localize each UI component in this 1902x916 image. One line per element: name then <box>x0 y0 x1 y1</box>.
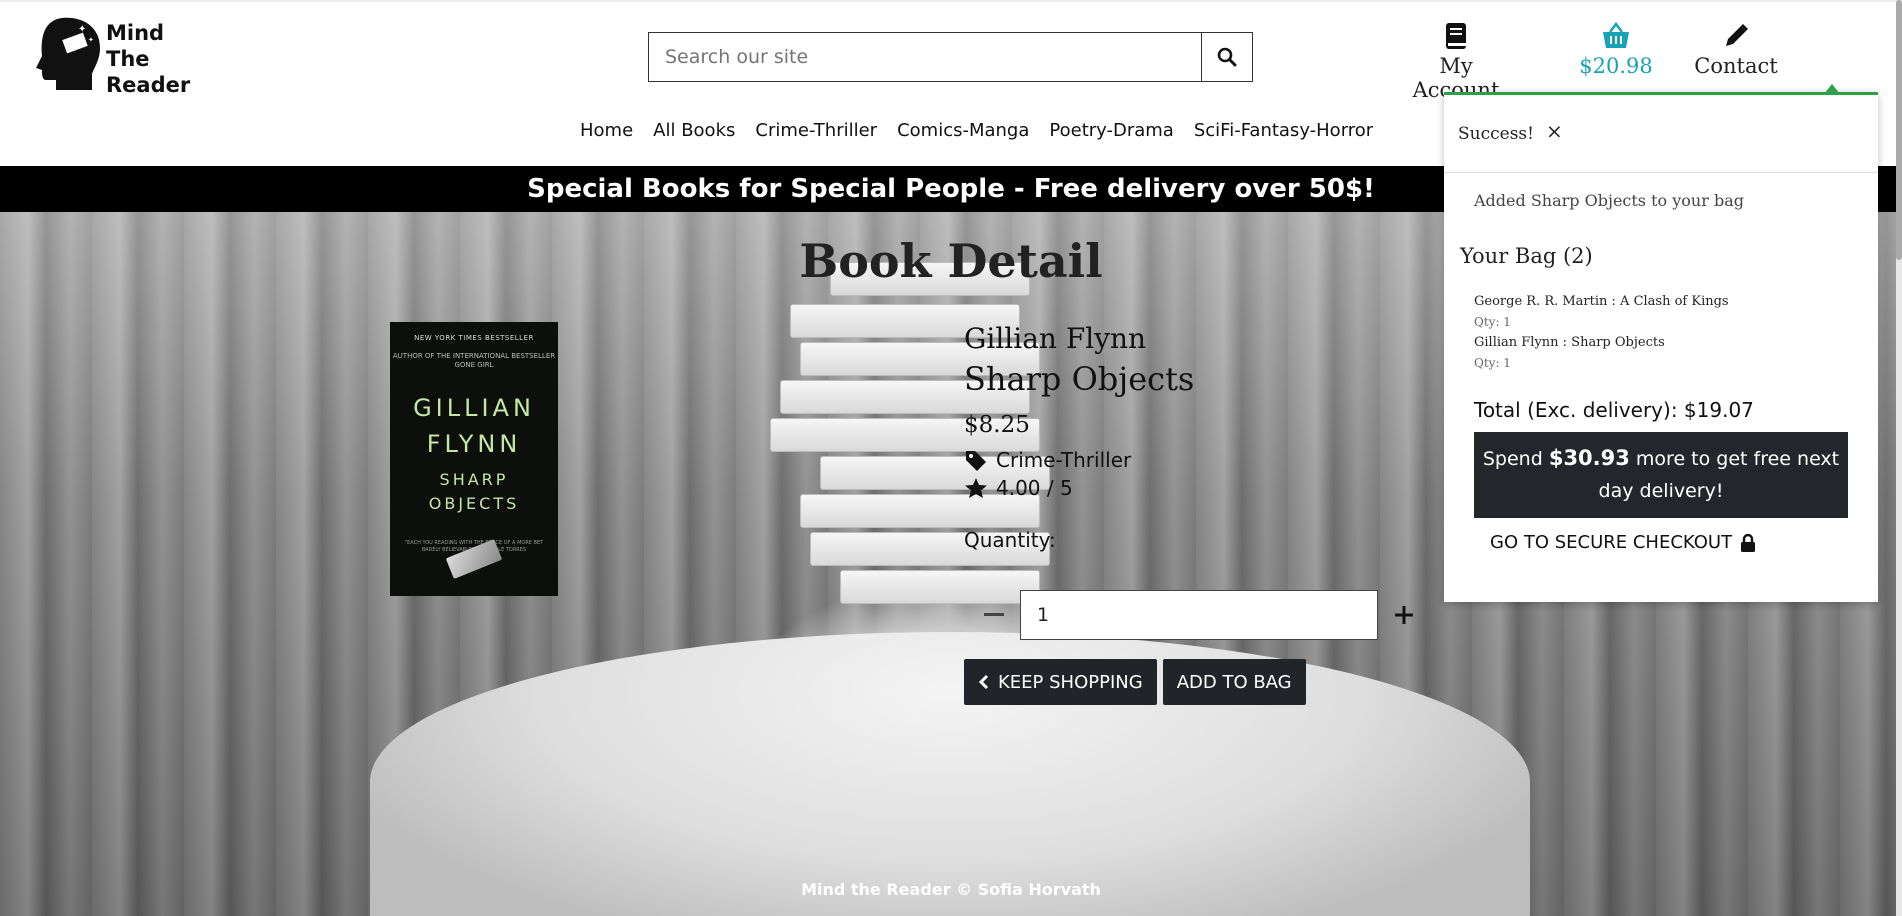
cover-bestseller-text: NEW YORK TIMES BESTSELLER <box>414 334 534 342</box>
logo-line: The <box>106 47 150 71</box>
star-icon <box>965 478 987 498</box>
nav-scifi-fantasy-horror[interactable]: SciFi-Fantasy-Horror <box>1194 120 1373 141</box>
decrement-button[interactable] <box>974 595 1014 635</box>
book-category[interactable]: Crime-Thriller <box>964 448 1194 472</box>
person-shoulders-image <box>370 632 1530 916</box>
quantity-label: Quantity: <box>964 528 1056 552</box>
free-delivery-promo: Spend $30.93 more to get free next day d… <box>1474 432 1848 518</box>
secure-checkout-button[interactable]: GO TO SECURE CHECKOUT <box>1444 518 1878 553</box>
bag-items: George R. R. Martin : A Clash of Kings Q… <box>1444 268 1878 370</box>
quantity-stepper <box>974 590 1424 640</box>
close-icon[interactable]: × <box>1546 119 1563 143</box>
list-item: Gillian Flynn : Sharp Objects Qty: 1 <box>1474 335 1878 370</box>
logo-text: Mind The Reader <box>106 20 190 98</box>
pencil-icon <box>1726 24 1748 46</box>
add-to-bag-button[interactable]: ADD TO BAG <box>1162 659 1306 705</box>
shopping-bag-link[interactable]: $20.98 <box>1566 22 1666 78</box>
search-icon <box>1217 47 1237 67</box>
bag-item-qty: Qty: 1 <box>1474 356 1511 370</box>
bag-item-name: Gillian Flynn : Sharp Objects <box>1474 335 1665 350</box>
book-details: Gillian Flynn Sharp Objects $8.25 Crime-… <box>964 320 1194 552</box>
keep-shopping-label: KEEP SHOPPING <box>998 671 1143 693</box>
nav-poetry-drama[interactable]: Poetry-Drama <box>1049 120 1173 141</box>
site-logo[interactable]: ✦ ✦ Mind The Reader <box>34 16 194 98</box>
promo-prefix: Spend <box>1482 448 1549 470</box>
toast-header: Success! × <box>1444 95 1878 173</box>
action-buttons: KEEP SHOPPING ADD TO BAG <box>964 659 1306 705</box>
increment-button[interactable] <box>1384 595 1424 635</box>
toast-arrow <box>1824 84 1840 94</box>
scrollbar-thumb[interactable] <box>1896 0 1902 260</box>
my-account-link[interactable]: My Account <box>1396 22 1516 102</box>
svg-text:✦: ✦ <box>78 24 86 35</box>
bag-item-qty: Qty: 1 <box>1474 315 1511 329</box>
plus-icon <box>1395 606 1413 624</box>
cover-author-last: FLYNN <box>426 430 522 458</box>
cover-author-of-text: AUTHOR OF THE INTERNATIONAL BESTSELLER G… <box>392 352 556 369</box>
bag-item-name: George R. R. Martin : A Clash of Kings <box>1474 294 1729 309</box>
keep-shopping-button[interactable]: KEEP SHOPPING <box>964 659 1157 705</box>
add-to-bag-label: ADD TO BAG <box>1176 671 1292 693</box>
search-input[interactable] <box>649 33 1202 81</box>
head-logo-icon: ✦ ✦ <box>36 17 100 90</box>
nav-comics-manga[interactable]: Comics-Manga <box>897 120 1029 141</box>
main-navigation: Home All Books Crime-Thriller Comics-Man… <box>580 120 1373 141</box>
book-title: Sharp Objects <box>964 360 1195 398</box>
lock-icon <box>1741 533 1756 552</box>
logo-line: Mind <box>106 21 165 45</box>
tag-icon <box>966 451 986 471</box>
book-price: $8.25 <box>964 412 1030 438</box>
book-rating: 4.00 / 5 <box>964 476 1194 500</box>
category-label: Crime-Thriller <box>996 448 1132 472</box>
contact-label: Contact <box>1694 54 1778 78</box>
book-cover-image: NEW YORK TIMES BESTSELLER AUTHOR OF THE … <box>390 322 558 596</box>
cover-author: GILLIAN FLYNN <box>390 390 558 462</box>
book-icon <box>1446 23 1466 49</box>
toast-title: Success! <box>1458 123 1534 144</box>
promo-amount: $30.93 <box>1548 446 1630 470</box>
site-footer: Mind the Reader © Sofia Horvath <box>801 880 1101 899</box>
checkout-label: GO TO SECURE CHECKOUT <box>1490 532 1733 553</box>
basket-icon <box>1603 22 1629 48</box>
chevron-left-icon <box>978 674 989 690</box>
cover-title: SHARP OBJECTS <box>390 468 558 516</box>
cover-title-line2: OBJECTS <box>428 494 520 513</box>
nav-crime-thriller[interactable]: Crime-Thriller <box>755 120 877 141</box>
book-author: Gillian Flynn <box>964 322 1147 355</box>
contact-link[interactable]: Contact <box>1686 22 1786 78</box>
page-scrollbar[interactable] <box>1896 0 1902 916</box>
cover-title-line1: SHARP <box>439 470 509 489</box>
bag-total-text: Total (Exc. delivery): $19.07 <box>1474 398 1754 422</box>
success-toast: Success! × Added Sharp Objects to your b… <box>1444 84 1878 602</box>
logo-line: Reader <box>106 73 191 97</box>
toast-message: Added Sharp Objects to your bag <box>1474 191 1744 210</box>
bag-total: $20.98 <box>1579 54 1653 78</box>
nav-home[interactable]: Home <box>580 120 633 141</box>
search-form <box>648 32 1253 82</box>
minus-icon <box>984 613 1004 616</box>
bag-title: Your Bag (2) <box>1460 244 1593 268</box>
cover-author-first: GILLIAN <box>413 394 535 422</box>
search-button[interactable] <box>1202 33 1252 81</box>
svg-text:✦: ✦ <box>88 36 94 44</box>
nav-all-books[interactable]: All Books <box>653 120 735 141</box>
quantity-input[interactable] <box>1020 590 1378 640</box>
list-item: George R. R. Martin : A Clash of Kings Q… <box>1474 294 1878 329</box>
promo-suffix: more to get free next day delivery! <box>1598 448 1840 502</box>
rating-value: 4.00 / 5 <box>996 476 1073 500</box>
